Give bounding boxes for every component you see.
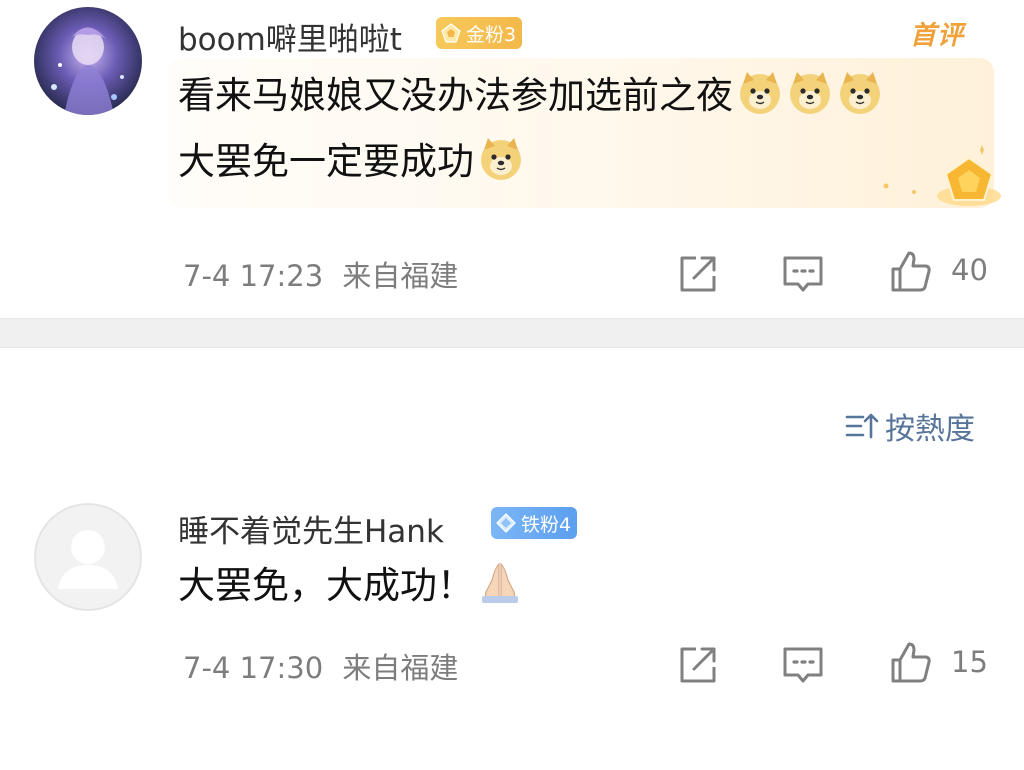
comment-time: 7-4 17:30 xyxy=(183,651,324,685)
comment-text-line: 大罢免，大成功！ xyxy=(178,556,522,616)
fan-level-label: 铁粉4 xyxy=(521,513,572,536)
share-icon[interactable] xyxy=(676,643,720,687)
comment-meta: 7-4 17:30 来自福建 xyxy=(183,645,458,687)
fan-level-badge[interactable]: 铁粉4 xyxy=(491,507,578,539)
user-avatar[interactable] xyxy=(34,503,142,611)
comment-location: 来自福建 xyxy=(342,651,459,685)
diamond-icon xyxy=(495,512,517,534)
folded-hands-emoji-icon xyxy=(482,562,518,603)
thumbs-up-icon[interactable] xyxy=(889,640,933,684)
comment-username[interactable]: 睡不着觉先生Hank xyxy=(178,506,444,551)
reply-icon[interactable] xyxy=(781,643,825,687)
comment-item: 睡不着觉先生Hank 铁粉4 大罢免，大成功！ 7-4 17:30 来自福建 1… xyxy=(0,0,1024,770)
like-count: 15 xyxy=(951,645,988,679)
